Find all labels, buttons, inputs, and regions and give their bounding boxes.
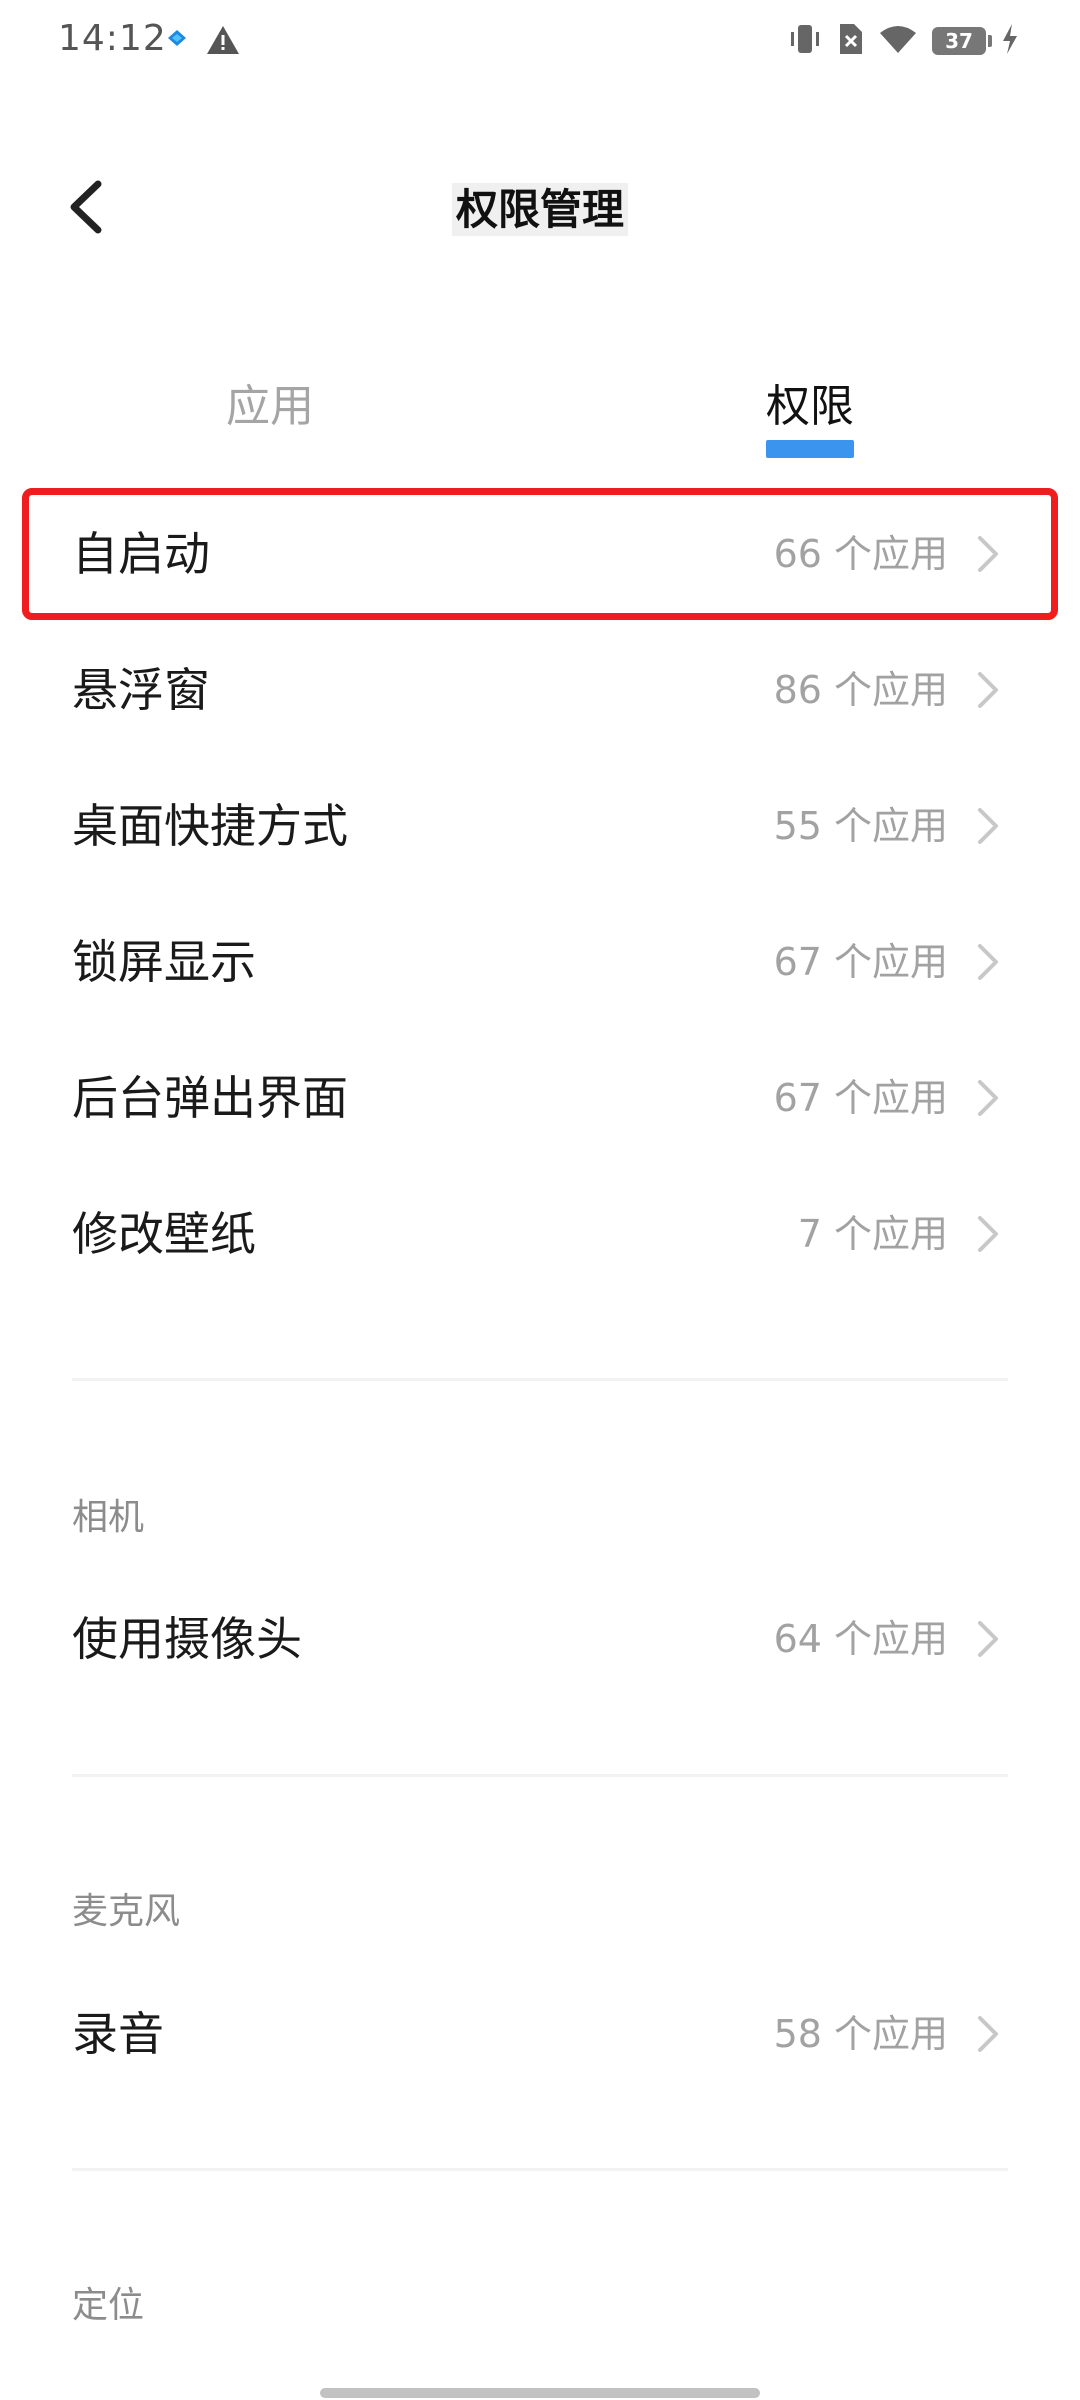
- chevron-right-icon: [978, 672, 998, 708]
- chevron-right-icon: [978, 1621, 998, 1657]
- app-header: 权限管理: [0, 150, 1080, 260]
- row-label: 录音: [72, 2007, 164, 2061]
- vibrate-icon: [788, 22, 822, 60]
- section-divider: [72, 1378, 1008, 1381]
- row-label: 悬浮窗: [72, 663, 210, 717]
- no-sim-icon: [836, 22, 864, 60]
- row-count: 67 个应用: [773, 940, 948, 984]
- permission-row-background-popup[interactable]: 后台弹出界面 67 个应用: [0, 1030, 1080, 1166]
- row-count: 86 个应用: [773, 668, 948, 712]
- row-count: 67 个应用: [773, 1076, 948, 1120]
- page-title: 权限管理: [0, 176, 1080, 237]
- chevron-right-icon: [978, 536, 998, 572]
- chevron-right-icon: [978, 1216, 998, 1252]
- screen: 14:12 37 权限管理 应用 权限 自启动 66 个应用 悬浮窗 86 个应…: [0, 0, 1080, 2400]
- row-count: 58 个应用: [773, 2012, 948, 2056]
- row-label: 自启动: [72, 527, 210, 581]
- status-bar: 14:12 37: [0, 0, 1080, 84]
- tab-apps[interactable]: 应用: [160, 370, 380, 434]
- row-label: 桌面快捷方式: [72, 799, 348, 853]
- app-notification-icon: [164, 24, 190, 54]
- section-title-location: 定位: [72, 2285, 145, 2326]
- battery-icon: 37: [932, 27, 992, 55]
- row-label: 锁屏显示: [72, 935, 256, 989]
- permission-row-autostart[interactable]: 自启动 66 个应用: [0, 486, 1080, 622]
- row-count: 66 个应用: [773, 532, 948, 576]
- permission-row-desktop-shortcut[interactable]: 桌面快捷方式 55 个应用: [0, 758, 1080, 894]
- section-divider: [72, 1774, 1008, 1777]
- section-title-microphone: 麦克风: [72, 1891, 181, 1932]
- tab-bar: 应用 权限: [0, 370, 1080, 470]
- row-label: 使用摄像头: [72, 1612, 302, 1666]
- permission-row-record-audio[interactable]: 录音 58 个应用: [0, 1966, 1080, 2102]
- row-label: 修改壁纸: [72, 1207, 256, 1261]
- permission-row-use-camera[interactable]: 使用摄像头 64 个应用: [0, 1571, 1080, 1707]
- home-indicator[interactable]: [320, 2388, 760, 2398]
- chevron-right-icon: [978, 1080, 998, 1116]
- row-count: 64 个应用: [773, 1617, 948, 1661]
- permission-row-lockscreen-display[interactable]: 锁屏显示 67 个应用: [0, 894, 1080, 1030]
- warning-icon: [206, 24, 240, 60]
- chevron-right-icon: [978, 808, 998, 844]
- charging-icon: [1000, 22, 1020, 60]
- page-title-text: 权限管理: [451, 183, 628, 236]
- row-label: 后台弹出界面: [72, 1071, 348, 1125]
- permission-row-floating-window[interactable]: 悬浮窗 86 个应用: [0, 622, 1080, 758]
- permission-row-change-wallpaper[interactable]: 修改壁纸 7 个应用: [0, 1166, 1080, 1302]
- status-time: 14:12: [58, 18, 167, 59]
- chevron-right-icon: [978, 944, 998, 980]
- row-count: 55 个应用: [773, 804, 948, 848]
- status-icons: 37: [788, 22, 1020, 60]
- section-divider: [72, 2168, 1008, 2171]
- row-count: 7 个应用: [797, 1212, 948, 1256]
- wifi-icon: [878, 23, 918, 59]
- section-title-camera: 相机: [72, 1497, 145, 1538]
- active-tab-indicator: [766, 440, 854, 458]
- chevron-right-icon: [978, 2016, 998, 2052]
- tab-permissions[interactable]: 权限: [700, 370, 920, 434]
